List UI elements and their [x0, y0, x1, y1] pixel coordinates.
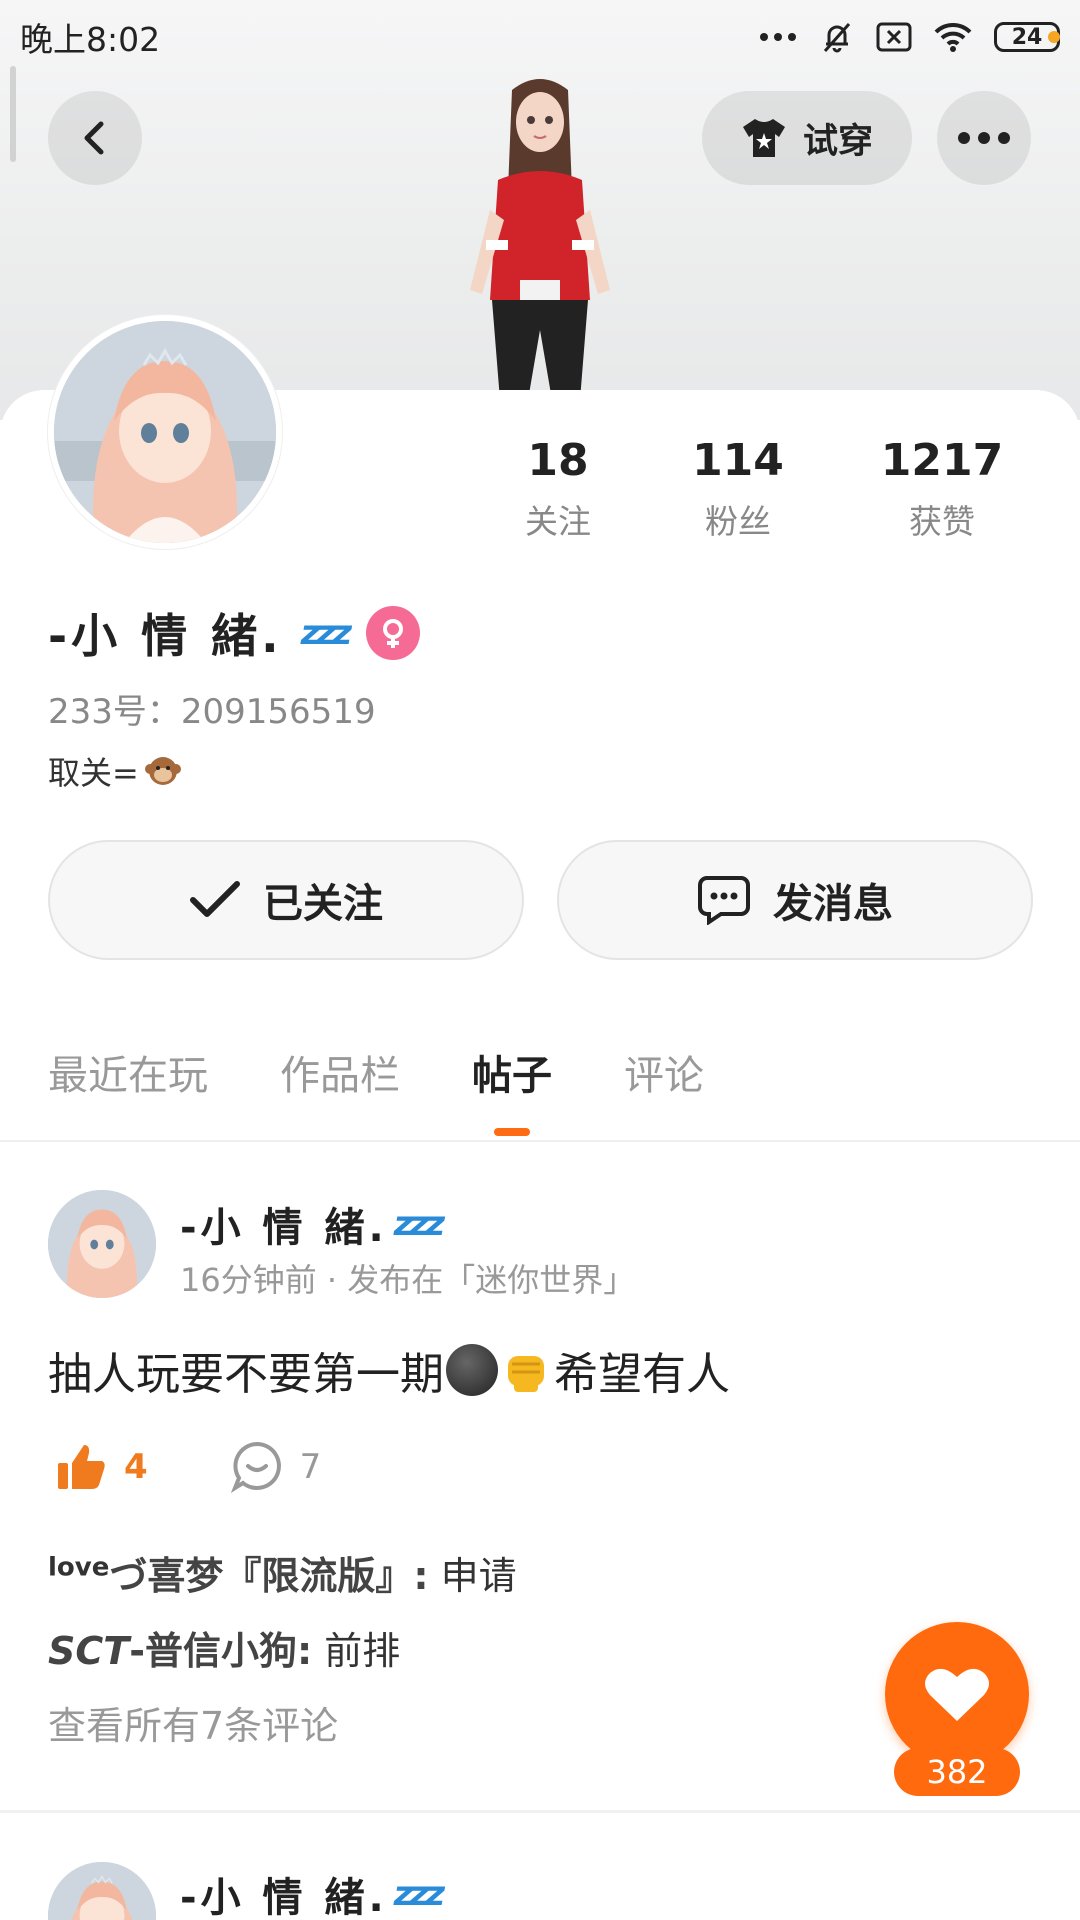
floating-like-button[interactable] — [885, 1622, 1029, 1766]
post-author-avatar[interactable] — [48, 1190, 156, 1298]
stat-value: 114 — [692, 435, 784, 486]
comment-author: -普信小狗: — [129, 1629, 313, 1673]
comment-author-prefix: love — [48, 1552, 110, 1583]
more-dots-icon — [760, 33, 796, 41]
send-message-label: 发消息 — [773, 881, 893, 927]
scroll-indicator — [10, 66, 16, 162]
stat-value: 18 — [527, 435, 589, 486]
comment-author: づ喜梦『限流版』: — [109, 1554, 429, 1598]
battery-icon: 24 — [994, 22, 1060, 52]
heart-icon — [925, 1668, 989, 1721]
stat-following[interactable]: 18 关注 — [480, 433, 636, 543]
avatar-3d-character — [470, 79, 610, 400]
stat-label: 获赞 — [909, 502, 975, 541]
monkey-emoji-icon — [144, 757, 181, 785]
tab-works[interactable]: 作品栏 — [280, 1040, 400, 1112]
user-id: 233号：209156519 — [48, 692, 376, 732]
divider — [0, 1810, 1080, 1813]
like-count: 4 — [124, 1447, 148, 1487]
post-meta: 16分钟前 · 发布在「迷你世界」 — [180, 1261, 636, 1299]
female-gender-icon — [365, 606, 420, 660]
post-content[interactable]: 抽人玩要不要第一期 希望有人 — [48, 1338, 730, 1402]
anime-girl-avatar-image — [54, 321, 276, 543]
more-dots-icon — [958, 132, 1010, 144]
post-actions: 4 7 — [56, 1440, 321, 1494]
dark-smile-emoji-icon — [446, 1344, 498, 1396]
more-button[interactable] — [937, 91, 1031, 185]
tab-recently-played[interactable]: 最近在玩 — [48, 1040, 208, 1112]
post-author-name[interactable]: -小 情 緒. zzz — [180, 1865, 445, 1920]
thumbs-up-icon[interactable] — [56, 1441, 108, 1493]
stat-value: 1217 — [880, 435, 1004, 486]
stat-likes[interactable]: 1217 获赞 — [840, 433, 1044, 543]
anime-girl-avatar-image — [48, 1190, 156, 1298]
followed-button[interactable]: 已关注 — [48, 840, 524, 960]
zzz-emoji: zzz — [393, 1204, 445, 1244]
send-message-button[interactable]: 发消息 — [557, 840, 1033, 960]
comment-text: 前排 — [312, 1629, 401, 1673]
comment-preview[interactable]: loveづ喜梦『限流版』: 申请 — [48, 1545, 517, 1600]
username-row: -小 情 緒. zzz — [48, 600, 420, 666]
bio-text: 取关= — [48, 754, 139, 792]
status-bar: 晚上8:02 24 — [0, 0, 1080, 74]
divider — [0, 1140, 1080, 1142]
view-all-comments-link[interactable]: 查看所有7条评论 — [48, 1695, 338, 1750]
comment-text: 申请 — [428, 1554, 517, 1598]
post-text-after: 希望有人 — [554, 1349, 730, 1400]
zzz-emoji: zzz — [393, 1874, 445, 1914]
profile-tabs: 最近在玩 作品栏 帖子 评论 — [48, 1040, 704, 1112]
wifi-icon — [934, 22, 972, 52]
comment-bubble-icon[interactable] — [230, 1440, 284, 1494]
chevron-left-icon — [84, 121, 104, 155]
user-bio: 取关= — [48, 748, 183, 794]
chat-bubble-icon — [698, 876, 750, 925]
followed-label: 已关注 — [263, 881, 383, 927]
try-on-button[interactable]: 试穿 — [702, 91, 912, 185]
post-author-text: -小 情 緒. — [180, 1205, 388, 1251]
tab-comments[interactable]: 评论 — [624, 1040, 704, 1112]
comment-count: 7 — [299, 1447, 322, 1487]
mute-bell-icon — [823, 23, 851, 53]
post-author-text: -小 情 緒. — [180, 1875, 388, 1920]
try-on-label: 试穿 — [802, 121, 873, 162]
username: -小 情 緒. — [48, 609, 283, 663]
status-time: 晚上8:02 — [20, 20, 161, 59]
status-icons: 24 — [758, 20, 1060, 54]
like-total-badge: 382 — [894, 1748, 1020, 1796]
profile-avatar[interactable] — [48, 315, 282, 549]
no-sim-icon — [876, 22, 912, 52]
stat-label: 粉丝 — [705, 502, 771, 541]
post-author-name[interactable]: -小 情 緒. zzz — [180, 1195, 445, 1253]
stat-label: 关注 — [525, 502, 591, 541]
back-button[interactable] — [48, 91, 142, 185]
zzz-emoji: zzz — [300, 613, 352, 653]
comment-preview[interactable]: SCT-普信小狗: 前排 — [48, 1620, 400, 1675]
post-text-before: 抽人玩要不要第一期 — [48, 1349, 444, 1400]
profile-stats: 18 关注 114 粉丝 1217 获赞 — [480, 433, 1060, 543]
stat-fans[interactable]: 114 粉丝 — [636, 433, 840, 543]
comment-author-prefix: SCT — [48, 1629, 130, 1673]
fist-emoji-icon — [508, 1356, 544, 1392]
tab-posts[interactable]: 帖子 — [472, 1040, 552, 1112]
checkmark-icon — [190, 881, 240, 917]
tshirt-icon — [742, 119, 785, 157]
